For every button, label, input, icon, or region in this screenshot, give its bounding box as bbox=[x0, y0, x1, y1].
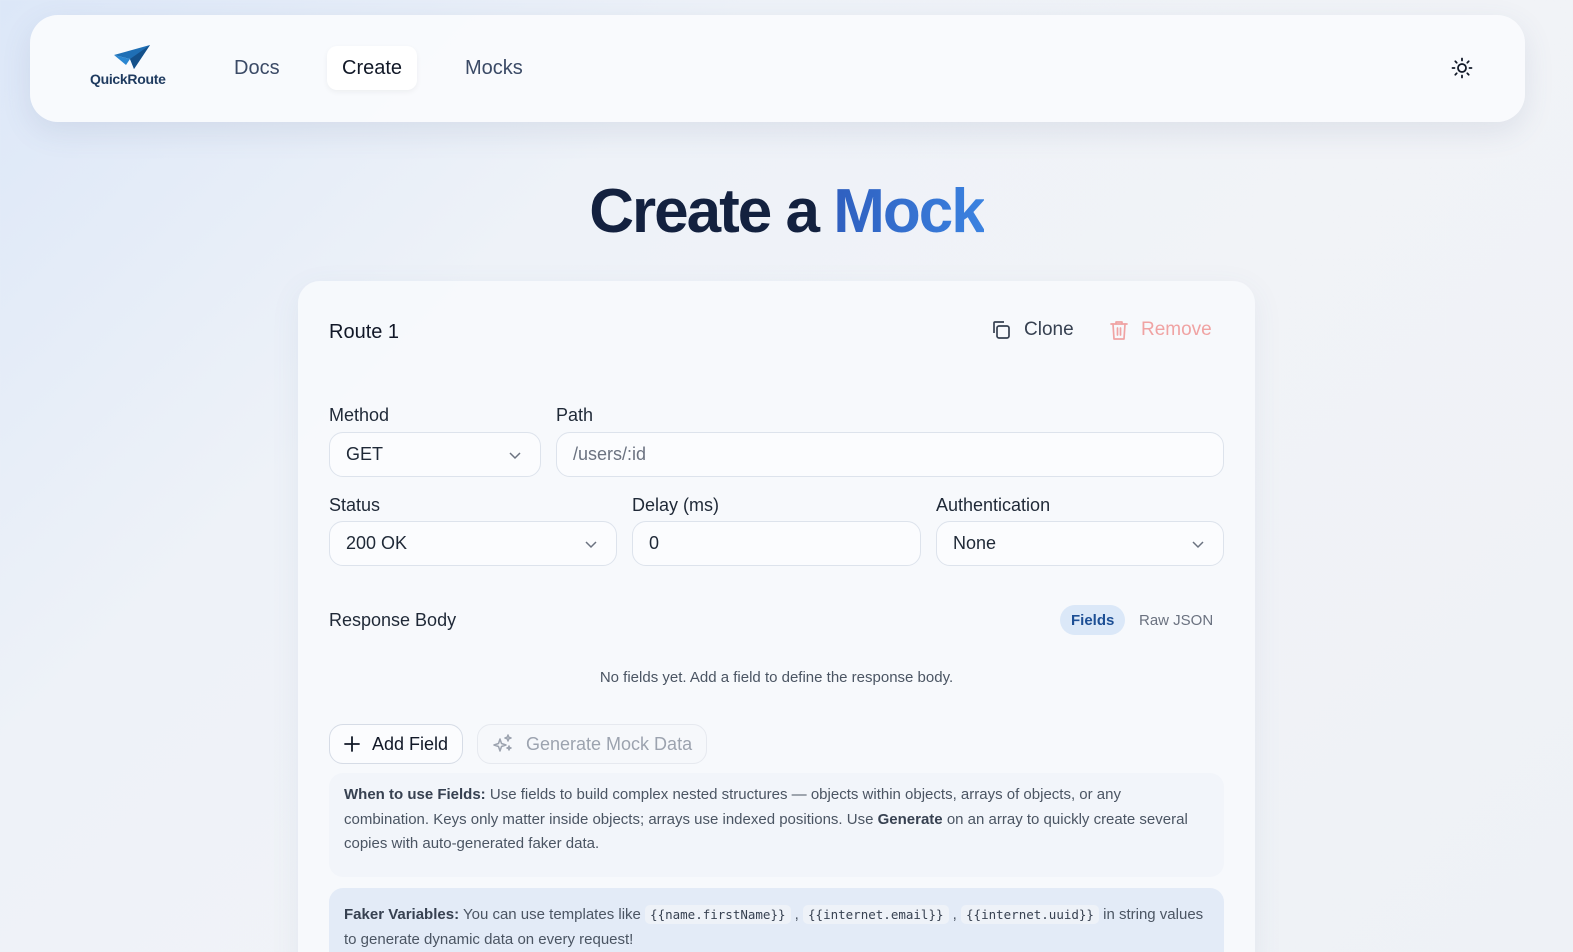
tab-fields[interactable]: Fields bbox=[1060, 605, 1126, 635]
logo-text: QuickRoute bbox=[90, 71, 166, 87]
logo[interactable]: QuickRoute bbox=[90, 45, 172, 91]
generate-mock-data-button[interactable]: Generate Mock Data bbox=[477, 724, 708, 764]
path-input[interactable]: /users/:id bbox=[556, 432, 1224, 477]
path-label: Path bbox=[556, 405, 594, 425]
delay-value: 0 bbox=[649, 533, 660, 553]
fields-help-bold: Generate bbox=[877, 810, 943, 828]
add-field-label: Add Field bbox=[372, 733, 449, 754]
faker-sep-2: , bbox=[948, 906, 962, 923]
top-navbar: QuickRoute Docs Create Mocks bbox=[30, 15, 1525, 122]
plus-icon bbox=[344, 736, 360, 752]
sun-icon bbox=[1451, 57, 1473, 79]
generate-mock-data-label: Generate Mock Data bbox=[526, 733, 693, 754]
copy-icon bbox=[993, 321, 1010, 339]
fields-help-heading: When to use Fields: bbox=[344, 786, 486, 803]
trash-icon bbox=[1110, 321, 1128, 340]
status-value: 200 OK bbox=[346, 533, 408, 553]
method-select[interactable]: GET bbox=[329, 432, 541, 477]
faker-code-uuid: {{internet.uuid}} bbox=[961, 905, 1099, 924]
add-field-button[interactable]: Add Field bbox=[329, 724, 464, 764]
clone-label: Clone bbox=[1024, 319, 1074, 340]
faker-code-email: {{internet.email}} bbox=[803, 905, 949, 924]
chevron-down-icon bbox=[1192, 541, 1204, 549]
response-body-title: Response Body bbox=[329, 610, 457, 630]
remove-button[interactable]: Remove bbox=[1109, 319, 1212, 341]
fields-help-box: When to use Fields: Use fields to build … bbox=[329, 773, 1224, 877]
faker-help-box: Faker Variables: You can use templates l… bbox=[329, 888, 1224, 952]
chevron-down-icon bbox=[509, 452, 521, 460]
faker-help-text-1: You can use templates like bbox=[459, 906, 646, 923]
auth-select[interactable]: None bbox=[936, 521, 1224, 566]
paper-plane-icon bbox=[114, 45, 150, 69]
route-card: Route 1 Clone Remove Method GET Path /us… bbox=[298, 281, 1255, 952]
delay-input[interactable]: 0 bbox=[632, 521, 921, 566]
delay-label: Delay (ms) bbox=[632, 495, 720, 515]
faker-help-heading: Faker Variables: bbox=[344, 906, 460, 923]
tab-raw-json[interactable]: Raw JSON bbox=[1128, 605, 1224, 635]
faker-sep-1: , bbox=[790, 906, 804, 923]
status-label: Status bbox=[329, 495, 381, 515]
nav-link-create[interactable]: Create bbox=[327, 46, 418, 90]
status-select[interactable]: 200 OK bbox=[329, 521, 617, 566]
theme-toggle-button[interactable] bbox=[1450, 56, 1474, 80]
page-title-accent: Mock bbox=[833, 177, 985, 246]
path-placeholder: /users/:id bbox=[573, 444, 647, 464]
clone-button[interactable]: Clone bbox=[990, 319, 1074, 341]
chevron-down-icon bbox=[585, 541, 597, 549]
page-title: Create a Mock bbox=[0, 176, 1573, 247]
route-title: Route 1 bbox=[329, 321, 400, 343]
nav-link-mocks[interactable]: Mocks bbox=[450, 46, 538, 90]
faker-code-firstname: {{name.firstName}} bbox=[645, 905, 791, 924]
method-label: Method bbox=[329, 405, 390, 425]
auth-value: None bbox=[953, 533, 997, 553]
empty-fields-message: No fields yet. Add a field to define the… bbox=[599, 669, 954, 686]
auth-label: Authentication bbox=[936, 495, 1051, 515]
page-title-part1: Create a bbox=[589, 177, 820, 246]
method-value: GET bbox=[346, 444, 384, 464]
sparkles-icon bbox=[493, 734, 512, 752]
remove-label: Remove bbox=[1141, 319, 1212, 340]
nav-link-docs[interactable]: Docs bbox=[219, 46, 295, 90]
